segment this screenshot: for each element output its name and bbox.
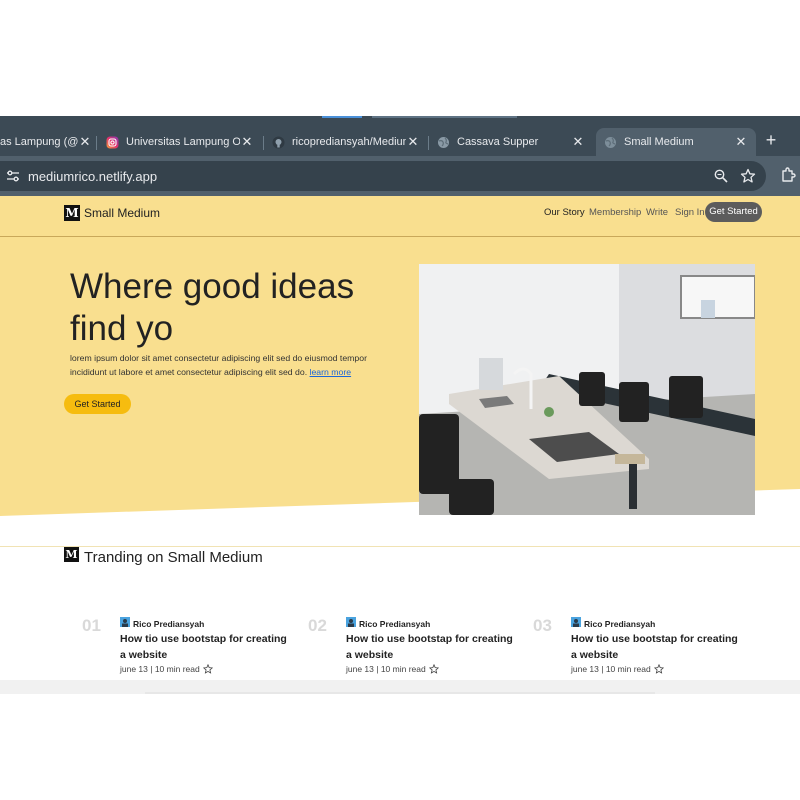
article-title[interactable]: How tio use bootstap for creating a webs…	[571, 631, 746, 663]
tab-1-title: as Lampung (@u	[0, 136, 78, 148]
close-icon[interactable]: ✕	[734, 134, 748, 150]
close-icon[interactable]: ✕	[406, 134, 420, 150]
close-icon[interactable]: ✕	[78, 134, 92, 150]
tab-active[interactable]: Small Medium ✕	[596, 128, 756, 156]
site-settings-icon[interactable]	[6, 170, 20, 182]
trending-card[interactable]: 02 Rico Prediansyah How tio use bootstap…	[308, 616, 518, 676]
web-page: M Small Medium Our Story Membership Writ…	[0, 196, 800, 694]
tab-group-accent	[372, 116, 517, 118]
article-title[interactable]: How tio use bootstap for creating a webs…	[346, 631, 521, 663]
tab-4-title: Cassava Supper	[457, 136, 539, 148]
author-avatar	[571, 617, 581, 627]
globe-icon	[604, 136, 617, 149]
article-meta: june 13 | 10 min read	[571, 664, 664, 674]
medium-logo-icon[interactable]: M	[64, 205, 80, 221]
horizontal-scrollbar-thumb[interactable]	[145, 692, 655, 694]
tab-separator	[263, 136, 264, 150]
author-avatar	[120, 617, 130, 627]
star-icon	[428, 664, 439, 674]
author-name[interactable]: Rico Prediansyah	[359, 619, 430, 629]
tab-3[interactable]: ricoprediansyah/Medium ✕	[272, 128, 420, 156]
hero-description: lorem ipsum dolor sit amet consectetur a…	[70, 351, 390, 379]
globe-icon	[437, 136, 450, 149]
instagram-icon	[106, 136, 119, 149]
nav-write[interactable]: Write	[646, 207, 668, 218]
tab-separator	[96, 136, 97, 150]
tab-2[interactable]: Universitas Lampung Offi ✕	[106, 128, 254, 156]
hero-title: Where good ideas find yo	[70, 267, 355, 348]
close-icon[interactable]: ✕	[240, 134, 254, 150]
author-avatar	[346, 617, 356, 627]
close-icon[interactable]: ✕	[571, 134, 585, 150]
office-photo	[419, 264, 755, 515]
new-tab-button[interactable]: +	[762, 130, 780, 150]
article-meta-text: june 13 | 10 min read	[120, 664, 200, 674]
medium-logo-icon: M	[64, 547, 79, 562]
star-icon	[653, 664, 664, 674]
article-meta-text: june 13 | 10 min read	[571, 664, 651, 674]
site-navbar: M Small Medium Our Story Membership Writ…	[0, 196, 800, 237]
trending-rank: 02	[308, 616, 327, 635]
trending-rank: 03	[533, 616, 552, 635]
url-text[interactable]: mediumrico.netlify.app	[28, 169, 157, 184]
nav-sign-in[interactable]: Sign In	[675, 207, 705, 218]
article-meta: june 13 | 10 min read	[346, 664, 439, 674]
zoom-icon[interactable]	[714, 169, 728, 183]
author-name[interactable]: Rico Prediansyah	[133, 619, 204, 629]
section-divider	[0, 546, 800, 547]
extensions-icon[interactable]	[780, 167, 796, 183]
trending-card[interactable]: 01 Rico Prediansyah How tio use bootstap…	[82, 616, 292, 676]
tab-active-title: Small Medium	[624, 136, 694, 148]
article-meta-text: june 13 | 10 min read	[346, 664, 426, 674]
address-bar[interactable]: mediumrico.netlify.app	[0, 161, 766, 191]
browser-toolbar: mediumrico.netlify.app	[0, 156, 800, 196]
learn-more-link[interactable]: learn more	[310, 367, 352, 377]
article-title[interactable]: How tio use bootstap for creating a webs…	[120, 631, 295, 663]
nav-our-story[interactable]: Our Story	[544, 207, 585, 218]
github-icon	[272, 136, 285, 149]
bookmark-star-icon[interactable]	[740, 168, 756, 184]
tab-3-title: ricoprediansyah/Medium	[292, 136, 406, 148]
tab-loading-indicator	[322, 116, 362, 118]
article-meta: june 13 | 10 min read	[120, 664, 213, 674]
browser-window: as Lampung (@u ✕ Universitas Lampung Off…	[0, 116, 800, 694]
nav-membership[interactable]: Membership	[589, 207, 641, 218]
trending-card[interactable]: 03 Rico Prediansyah How tio use bootstap…	[533, 616, 743, 676]
tab-strip: as Lampung (@u ✕ Universitas Lampung Off…	[0, 116, 800, 156]
trending-title: Tranding on Small Medium	[84, 549, 263, 566]
author-name[interactable]: Rico Prediansyah	[584, 619, 655, 629]
tab-1[interactable]: as Lampung (@u ✕	[0, 128, 92, 156]
hero-get-started-button[interactable]: Get Started	[64, 394, 131, 414]
tab-2-title: Universitas Lampung Offi	[126, 136, 240, 148]
nav-get-started-button[interactable]: Get Started	[705, 202, 762, 222]
tab-4[interactable]: Cassava Supper ✕	[437, 128, 585, 156]
star-icon	[202, 664, 213, 674]
trending-rank: 01	[82, 616, 101, 635]
tab-separator	[428, 136, 429, 150]
brand-name[interactable]: Small Medium	[84, 206, 160, 220]
